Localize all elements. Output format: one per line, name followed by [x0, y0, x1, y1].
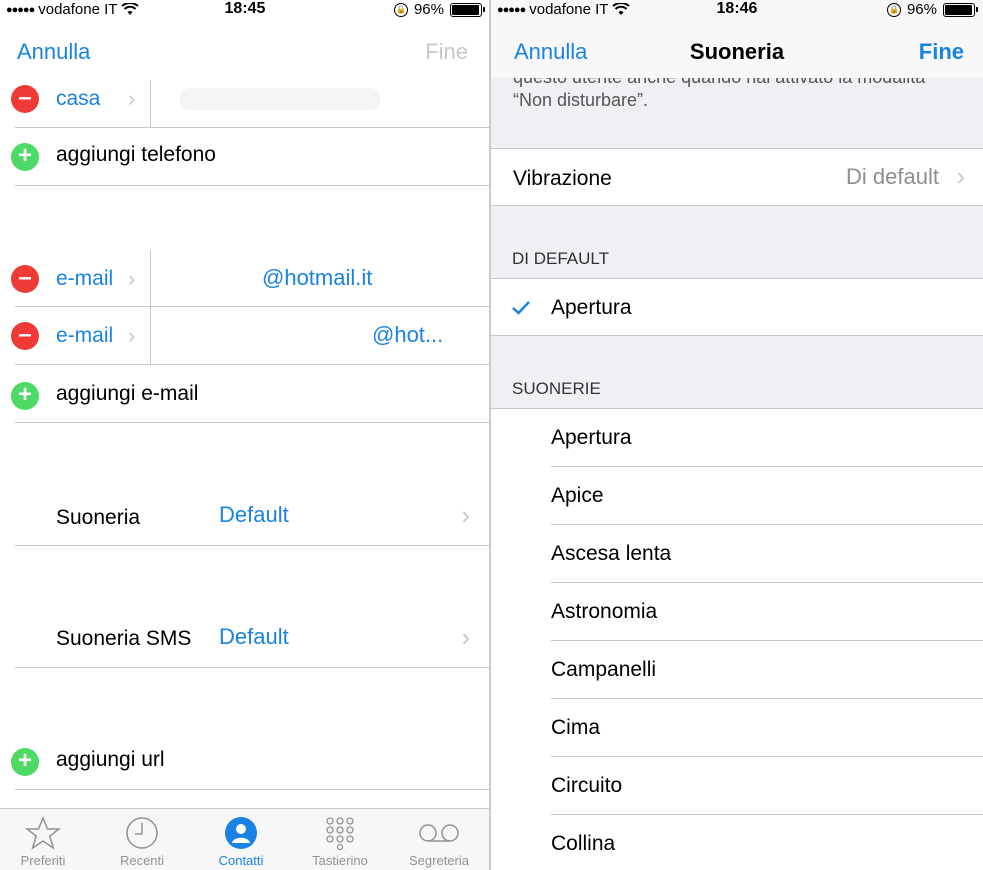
- add-phone-row[interactable]: + aggiungi telefono: [0, 128, 490, 186]
- star-icon: [25, 816, 61, 850]
- list-item[interactable]: Apice: [491, 467, 983, 525]
- add-icon: +: [11, 748, 39, 776]
- field-divider: [150, 80, 151, 128]
- chevron-right-icon: ›: [128, 86, 136, 111]
- email-row: – e-mail › @hot...: [0, 307, 490, 365]
- sms-tone-value: Default: [219, 624, 289, 649]
- list-item[interactable]: Campanelli: [491, 641, 983, 699]
- tab-contacts[interactable]: Contatti: [196, 813, 286, 868]
- tab-bar: Preferiti Recenti Contatti Tastierino Se…: [0, 808, 490, 870]
- status-bar: ●●●●● vodafone IT 18:46 🔒 96%: [491, 0, 983, 20]
- tab-label: Preferiti: [20, 853, 66, 868]
- add-phone-label: aggiungi telefono: [56, 143, 216, 166]
- tab-label: Contatti: [218, 853, 264, 868]
- list-item[interactable]: Ascesa lenta: [491, 525, 983, 583]
- clock-icon: [126, 817, 158, 849]
- default-ringtone-label: Apertura: [551, 296, 632, 319]
- list-item[interactable]: Collina: [491, 815, 983, 870]
- keypad-icon: [326, 817, 354, 850]
- email-value[interactable]: @hot...: [372, 322, 443, 348]
- delete-phone-icon[interactable]: –: [11, 85, 39, 113]
- phone-label[interactable]: casa: [56, 87, 100, 111]
- status-bar: ●●●●● vodafone IT 18:45 🔒 96%: [0, 0, 490, 20]
- delete-email-icon[interactable]: –: [11, 265, 39, 293]
- default-ringtone-row[interactable]: Apertura: [491, 278, 983, 336]
- rotation-lock-icon: 🔒: [393, 2, 408, 17]
- email-label[interactable]: e-mail: [56, 267, 113, 291]
- tab-label: Tastierino: [312, 853, 368, 868]
- ringtone-picker-screen: questo utente anche quando hai attivato …: [491, 0, 983, 870]
- ringtone-row[interactable]: Suoneria Default ›: [0, 488, 490, 546]
- voicemail-icon: [419, 824, 459, 842]
- ringtone-value: Default: [219, 502, 289, 527]
- list-item[interactable]: Circuito: [491, 757, 983, 815]
- ringtone-name: Apertura: [551, 426, 632, 449]
- tab-recents[interactable]: Recenti: [97, 813, 187, 868]
- ringtone-list: Apertura Apice Ascesa lenta Astronomia C…: [491, 408, 983, 870]
- chevron-right-icon: ›: [461, 622, 470, 652]
- contact-edit-screen: ●●●●● vodafone IT 18:45 🔒 96% Annulla Fi…: [0, 0, 490, 870]
- email-value[interactable]: @hotmail.it: [262, 265, 372, 291]
- chevron-right-icon: ›: [128, 266, 136, 291]
- battery-percent: 96%: [906, 1, 937, 18]
- sms-tone-row[interactable]: Suoneria SMS Default ›: [0, 610, 490, 668]
- tab-favorites[interactable]: Preferiti: [0, 813, 88, 868]
- sms-tone-label: Suoneria SMS: [56, 627, 192, 650]
- add-icon: +: [11, 143, 39, 171]
- phone-row: – casa ›: [0, 70, 490, 128]
- checkmark-icon: [512, 301, 530, 315]
- battery-icon: [943, 2, 978, 17]
- tab-voicemail[interactable]: Segreteria: [394, 813, 484, 868]
- ringtone-name: Apice: [551, 484, 604, 507]
- tab-keypad[interactable]: Tastierino: [295, 813, 385, 868]
- section-header: SUONERIE: [512, 379, 601, 398]
- section-header: DI DEFAULT: [512, 249, 609, 268]
- field-divider: [150, 307, 151, 365]
- battery-percent: 96%: [413, 1, 444, 18]
- person-icon: [225, 817, 257, 849]
- done-button[interactable]: Fine: [919, 39, 964, 65]
- delete-email-icon[interactable]: –: [11, 322, 39, 350]
- chevron-right-icon: ›: [956, 161, 965, 191]
- ringtone-name: Cima: [551, 716, 601, 739]
- add-email-label: aggiungi e-mail: [56, 382, 199, 405]
- tab-label: Recenti: [119, 853, 165, 868]
- cancel-button[interactable]: Annulla: [17, 39, 90, 65]
- add-url-row[interactable]: + aggiungi url: [0, 732, 490, 790]
- field-divider: [150, 250, 151, 308]
- email-label[interactable]: e-mail: [56, 324, 113, 348]
- rotation-lock-icon: 🔒: [886, 2, 901, 17]
- chevron-right-icon: ›: [461, 500, 470, 530]
- tab-label: Segreteria: [409, 853, 469, 868]
- list-item[interactable]: Apertura: [491, 409, 983, 467]
- nav-bar: Annulla Suoneria Fine: [491, 22, 983, 78]
- list-item[interactable]: Astronomia: [491, 583, 983, 641]
- list-item[interactable]: Cima: [491, 699, 983, 757]
- ringtone-name: Campanelli: [551, 658, 657, 681]
- vibration-value: Di default: [846, 164, 939, 189]
- ringtone-name: Collina: [551, 832, 616, 855]
- ringtone-name: Astronomia: [551, 600, 658, 623]
- ringtone-label: Suoneria: [56, 506, 141, 529]
- ringtone-name: Ascesa lenta: [551, 542, 672, 565]
- chevron-right-icon: ›: [128, 323, 136, 348]
- done-button[interactable]: Fine: [425, 39, 468, 65]
- email-row: – e-mail › @hotmail.it: [0, 249, 490, 308]
- ringtone-name: Circuito: [551, 774, 623, 797]
- add-url-label: aggiungi url: [56, 748, 165, 771]
- vibration-label: Vibrazione: [513, 167, 612, 190]
- add-email-row[interactable]: + aggiungi e-mail: [0, 365, 490, 423]
- battery-icon: [450, 2, 485, 17]
- phone-number-field[interactable]: [180, 88, 380, 110]
- vibration-row[interactable]: Vibrazione Di default ›: [491, 148, 983, 206]
- page-title: Suoneria: [689, 39, 785, 64]
- add-icon: +: [11, 382, 39, 410]
